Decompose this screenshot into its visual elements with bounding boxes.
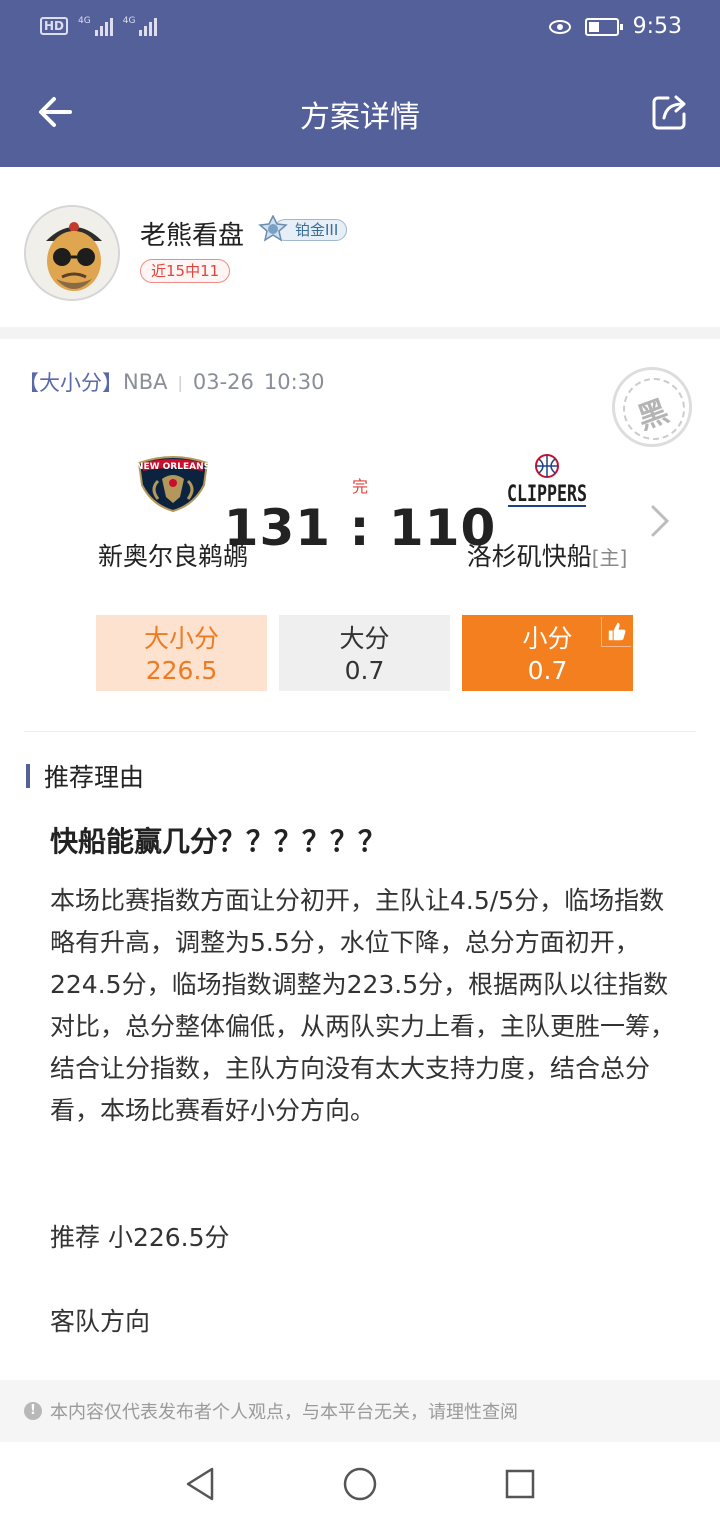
match-time: 10:30 <box>263 370 325 394</box>
rank-badge-icon <box>258 215 288 242</box>
thumbs-up-icon <box>601 617 631 647</box>
match-league: NBA <box>123 370 168 394</box>
odds-total-cell: 大小分 226.5 <box>96 615 267 691</box>
hd-icon: HD <box>40 17 69 35</box>
avatar[interactable] <box>24 205 120 301</box>
match-date: 03-26 <box>192 370 254 394</box>
divider <box>24 731 696 732</box>
battery-icon <box>584 17 623 36</box>
odds-over-cell: 大分 0.7 <box>279 615 450 691</box>
eye-comfort-icon <box>548 19 571 34</box>
home-court-tag: [主] <box>591 546 628 570</box>
info-icon: ! <box>24 1402 42 1420</box>
reason-title: 快船能赢几分？？？？？？ <box>50 825 387 858</box>
section-gap <box>0 327 720 339</box>
reason-pick: 推荐 小226.5分 <box>50 1223 230 1252</box>
odds-total-value: 226.5 <box>145 656 218 685</box>
nav-back-icon[interactable] <box>180 1464 220 1504</box>
odds-over-label: 大分 <box>339 624 390 653</box>
chevron-right-icon[interactable] <box>650 504 670 538</box>
reason-direction: 客队方向 <box>50 1307 151 1336</box>
signal-icon: 4G <box>78 16 113 36</box>
page-title: 方案详情 <box>300 100 420 135</box>
author-card[interactable]: 老熊看盘 铂金III 近15中11 <box>0 167 720 327</box>
avatar-portrait-icon <box>26 207 118 299</box>
share-icon[interactable] <box>650 92 690 132</box>
svg-text:NEW ORLEANS: NEW ORLEANS <box>136 462 210 472</box>
rank-badge: 铂金III <box>258 215 348 243</box>
top-bar: HD 4G 4G 9:53 方案详情 <box>0 0 720 167</box>
odds-under-cell: 小分 0.7 <box>462 615 633 691</box>
odds-total-label: 大小分 <box>143 624 219 653</box>
app-bar: 方案详情 <box>0 70 720 154</box>
stamp-text: 黑 <box>633 393 674 437</box>
reason-body: 本场比赛指数方面让分初开，主队让4.5/5分，临场指数略有升高，调整为5.5分，… <box>50 886 676 1125</box>
odds-under-value: 0.7 <box>527 656 568 685</box>
away-team-label: 洛杉矶快船 <box>466 542 592 571</box>
odds-over-value: 0.7 <box>344 656 385 685</box>
clock: 9:53 <box>632 14 682 39</box>
screen: HD 4G 4G 9:53 方案详情 老熊看盘 铂金III 近15中11 【大小… <box>0 0 720 1520</box>
author-name[interactable]: 老熊看盘 <box>140 215 244 252</box>
disclaimer-bar: ! 本内容仅代表发布者个人观点，与本平台无关，请理性查阅 <box>0 1380 720 1442</box>
heading-accent-bar <box>26 764 30 788</box>
signal-icon-2: 4G <box>123 16 158 36</box>
odds-row: 大小分 226.5 大分 0.7 小分 0.7 <box>96 615 633 691</box>
match-meta: 【大小分】 NBA | 03-26 10:30 <box>18 367 324 397</box>
svg-text:CLIPPERS: CLIPPERS <box>507 482 587 507</box>
clippers-logo-icon: CLIPPERS <box>422 449 672 517</box>
record-badge: 近15中11 <box>140 259 231 283</box>
nav-home-icon[interactable] <box>340 1464 380 1504</box>
away-team[interactable]: CLIPPERS 洛杉矶快船[主] <box>422 449 672 573</box>
match-category: 【大小分】 <box>18 371 123 395</box>
away-team-name: 洛杉矶快船[主] <box>422 537 672 573</box>
stamp-seal: 黑 <box>612 367 692 447</box>
status-bar: HD 4G 4G 9:53 <box>0 12 720 46</box>
meta-divider: | <box>177 372 183 392</box>
reason-heading-text: 推荐理由 <box>44 763 145 792</box>
match-card: 【大小分】 NBA | 03-26 10:30 黑 NEW ORLEANS 新奥… <box>0 339 720 731</box>
system-nav-bar <box>0 1442 720 1520</box>
reason-heading: 推荐理由 <box>26 760 144 792</box>
nav-recent-icon[interactable] <box>500 1464 540 1504</box>
disclaimer-text: 本内容仅代表发布者个人观点，与本平台无关，请理性查阅 <box>50 1402 518 1423</box>
